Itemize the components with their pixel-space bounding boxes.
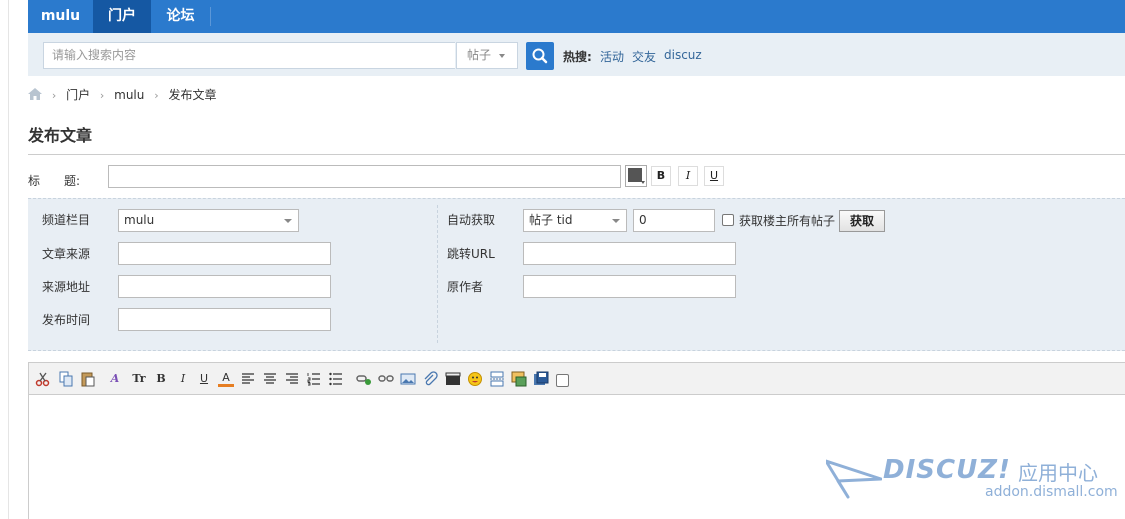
chevron-down-icon [498,53,505,58]
breadcrumb-portal[interactable]: 门户 [66,88,90,102]
nav-separator [210,7,211,26]
channel-value: mulu [124,213,155,227]
author-input[interactable] [523,275,736,298]
nav-item-portal[interactable]: 门户 [93,0,151,33]
font-color-icon[interactable]: A [218,371,234,387]
underline-icon[interactable]: U [196,371,212,387]
image-icon[interactable] [400,371,416,387]
source-url-input[interactable] [118,275,331,298]
page-title: 发布文章 [28,126,93,145]
publish-time-input[interactable] [118,308,331,331]
insert-icon[interactable] [511,371,527,387]
title-input[interactable] [108,165,621,188]
title-divider [28,154,1125,155]
source-label: 文章来源 [42,247,91,261]
source-input[interactable] [118,242,331,265]
page-left-border [8,0,9,519]
hot-link-discuz[interactable]: discuz [664,48,702,62]
title-italic-button[interactable]: I [678,166,698,186]
editor-mode-checkbox[interactable] [556,374,569,387]
align-center-icon[interactable] [262,371,278,387]
home-icon[interactable] [28,88,42,100]
auto-fetch-label: 自动获取 [447,213,496,227]
bold-icon[interactable]: B [153,371,169,387]
author-label: 原作者 [447,280,484,294]
italic-icon[interactable]: I [175,371,191,387]
redirect-url-input[interactable] [523,242,736,265]
align-left-icon[interactable] [240,371,256,387]
watermark-url: addon.dismall.com [985,484,1118,500]
breadcrumb-mulu[interactable]: mulu [114,88,144,102]
search-type-label: 帖子 [467,48,492,62]
breadcrumb: › 门户 › mulu › 发布文章 [28,86,216,102]
publish-time-label: 发布时间 [42,313,91,327]
ordered-list-icon[interactable] [306,371,322,387]
nav-item-forum[interactable]: 论坛 [151,0,210,33]
nav-item-mulu[interactable]: mulu [28,0,93,33]
align-right-icon[interactable] [284,371,300,387]
emoticon-icon[interactable] [467,371,483,387]
video-icon[interactable] [445,371,461,387]
watermark-logo: DISCUZ! [883,455,1011,485]
search-bar: 请输入搜索内容 帖子 热搜: 活动 交友 discuz [28,33,1125,76]
breadcrumb-current: 发布文章 [168,88,217,102]
discuz-logo-icon [826,459,882,499]
breadcrumb-separator: › [99,89,105,102]
hot-link-social[interactable]: 交友 [632,48,656,65]
channel-label: 频道栏目 [42,213,91,227]
redirect-url-label: 跳转URL [447,247,495,261]
title-bold-button[interactable]: B [651,166,671,186]
attachment-icon[interactable] [422,371,438,387]
fetch-all-label: 获取楼主所有帖子 [739,214,836,228]
title-color-picker[interactable] [625,165,647,187]
font-size-icon[interactable]: Tr [131,371,147,387]
page-break-icon[interactable] [489,371,505,387]
copy-icon[interactable] [58,371,74,387]
color-swatch-icon [628,168,642,182]
fetch-type-value: 帖子 tid [529,213,573,227]
unordered-list-icon[interactable] [328,371,344,387]
font-icon[interactable]: A [107,371,123,387]
meta-divider [437,205,438,343]
search-button[interactable] [526,42,554,70]
search-input[interactable]: 请输入搜索内容 [43,42,455,69]
source-url-label: 来源地址 [42,280,91,294]
unlink-icon[interactable] [378,371,394,387]
channel-select[interactable]: mulu [118,209,299,232]
fetch-tid-value: 0 [639,213,647,227]
paste-icon[interactable] [80,371,96,387]
chevron-down-icon [641,181,645,184]
chevron-down-icon [612,219,620,223]
top-nav: mulu 门户 论坛 [28,0,1125,33]
fetch-tid-input[interactable]: 0 [633,209,715,232]
title-label: 标 题: [28,174,81,188]
search-type-select[interactable]: 帖子 [456,42,518,69]
chevron-down-icon [284,219,292,223]
watermark-title: 应用中心 [1018,461,1098,485]
save-icon[interactable] [533,371,549,387]
title-underline-button[interactable]: U [704,166,724,186]
breadcrumb-separator: › [51,89,57,102]
hot-search-label: 热搜: [563,50,592,64]
editor-toolbar [28,362,1125,395]
breadcrumb-separator: › [154,89,159,102]
cut-icon[interactable] [35,371,51,387]
link-icon[interactable] [356,371,372,387]
fetch-all-checkbox[interactable] [722,214,734,226]
hot-link-activity[interactable]: 活动 [600,48,624,65]
fetch-button[interactable]: 获取 [839,210,885,232]
search-icon [532,48,548,64]
